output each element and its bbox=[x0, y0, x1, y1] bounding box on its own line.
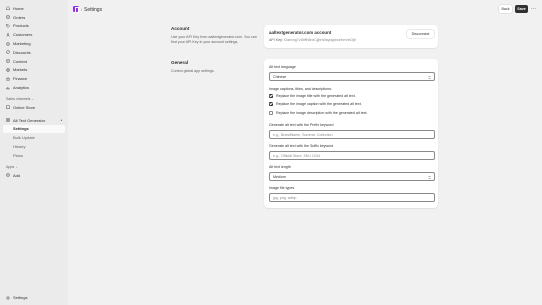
length-label: Alt text length bbox=[269, 165, 291, 169]
sidebar-item-label: Alt Text Generator bbox=[13, 117, 46, 123]
sidebar-item-label: Online Store bbox=[13, 104, 36, 110]
checkbox-row[interactable]: Replace the image title with the generat… bbox=[269, 94, 356, 98]
person-icon bbox=[6, 33, 10, 37]
sidebar-item-home[interactable]: Home bbox=[0, 4, 68, 13]
sidebar-item-online-store[interactable]: Online Store bbox=[0, 103, 68, 112]
sidebar: Home Orders Products Customers Marketing Disc… bbox=[0, 0, 68, 305]
sidebar-item-label: Finance bbox=[13, 76, 28, 82]
sidebar-item-tag[interactable]: Products bbox=[0, 22, 68, 31]
checkbox-checked[interactable] bbox=[269, 94, 273, 98]
sidebar-item-add[interactable]: Add bbox=[0, 171, 68, 180]
sidebar-item-label: Content bbox=[13, 58, 28, 64]
checkbox-label: Replace the image title with the generat… bbox=[276, 94, 356, 98]
prefix-input[interactable]: e.g., BrandName, Summer Collection bbox=[269, 130, 435, 139]
captions-label: Image captions, titles, and descriptions… bbox=[269, 87, 332, 91]
account-section-description: Use your API Key from aaltextgenerator.c… bbox=[171, 35, 257, 44]
prefix-placeholder: e.g., BrandName, Summer Collection bbox=[273, 132, 333, 137]
select-chevron-icon bbox=[428, 75, 431, 80]
sidebar-subitem[interactable]: Bulk Update bbox=[0, 133, 68, 142]
home-icon bbox=[6, 6, 10, 11]
checkbox-label: Replace the image caption with the gener… bbox=[276, 102, 362, 106]
sidebar-subitem[interactable]: History bbox=[0, 142, 68, 151]
tag-icon bbox=[6, 24, 10, 28]
globe-icon bbox=[6, 68, 10, 72]
top-bar: / Settings Back Save ··· bbox=[68, 0, 542, 20]
checkbox-label: Replace the image description with the g… bbox=[276, 111, 368, 115]
sidebar-item-label: Orders bbox=[13, 14, 26, 20]
suffix-placeholder: e.g., Official Store, SKU 1234 bbox=[273, 153, 320, 158]
more-actions-icon[interactable]: ··· bbox=[529, 5, 538, 13]
sidebar-item-label: Customers bbox=[13, 32, 33, 38]
sidebar-item-label: Marketing bbox=[13, 41, 31, 47]
store-icon bbox=[6, 105, 10, 110]
orders-icon bbox=[6, 15, 10, 19]
breadcrumb-separator: / bbox=[81, 7, 83, 12]
select-chevron-icon bbox=[428, 175, 431, 180]
api-key-line: API Key: f2aexng7v4bffh8nxCjjbnWayogcbuh… bbox=[269, 38, 356, 42]
checkbox-unchecked[interactable] bbox=[269, 111, 273, 115]
analytics-icon bbox=[6, 86, 10, 90]
sidebar-subitem[interactable]: Settings bbox=[3, 124, 65, 134]
sidebar-item-target[interactable]: Marketing bbox=[0, 39, 68, 48]
sales-channels-header[interactable]: Sales channels › bbox=[0, 95, 68, 103]
filetype-input[interactable]: jpg, png, webp bbox=[269, 193, 435, 202]
sidebar-item-discount[interactable]: Discounts bbox=[0, 48, 68, 57]
sidebar-subitem[interactable]: Plans bbox=[0, 151, 68, 160]
discount-icon bbox=[6, 50, 10, 55]
api-key-value: f2aexng7v4bffh8nxCjjbnWayogcbuhhrnrixOjb bbox=[283, 38, 356, 42]
sidebar-item-content[interactable]: Content bbox=[0, 57, 68, 66]
gear-icon bbox=[6, 296, 10, 300]
language-value: Chinese bbox=[273, 74, 287, 79]
apps-header[interactable]: Apps › bbox=[0, 163, 68, 171]
target-icon bbox=[6, 41, 10, 46]
checkbox-checked[interactable] bbox=[269, 102, 273, 106]
sidebar-item-analytics[interactable]: Analytics bbox=[0, 83, 68, 92]
sidebar-item-settings[interactable]: Settings bbox=[0, 293, 68, 302]
length-select[interactable]: Medium bbox=[269, 172, 435, 181]
bank-icon bbox=[6, 77, 10, 81]
pin-icon[interactable]: ◂ bbox=[60, 118, 62, 122]
sidebar-item-label: Home bbox=[13, 5, 24, 11]
page-title: Settings bbox=[84, 6, 103, 13]
sidebar-item-label: Markets bbox=[13, 67, 28, 73]
language-label: Alt text language bbox=[269, 65, 296, 69]
app-icon bbox=[6, 118, 10, 122]
sidebar-item-app[interactable]: Alt Text Generator ◂ bbox=[0, 116, 68, 125]
general-section-title: General bbox=[171, 60, 189, 65]
chevron-right-icon: › bbox=[32, 96, 34, 101]
chevron-right-icon: › bbox=[16, 164, 18, 169]
save-button[interactable]: Save bbox=[515, 5, 528, 13]
sidebar-item-orders[interactable]: Orders bbox=[0, 13, 68, 22]
sales-channels-label: Sales channels bbox=[6, 96, 31, 101]
account-section-title: Account bbox=[171, 26, 190, 31]
api-key-label: API Key: bbox=[269, 38, 283, 42]
sidebar-item-bank[interactable]: Finance bbox=[0, 74, 68, 83]
sidebar-item-label: Settings bbox=[13, 295, 28, 301]
sidebar-item-person[interactable]: Customers bbox=[0, 30, 68, 39]
checkbox-row[interactable]: Replace the image description with the g… bbox=[269, 111, 368, 115]
content-icon bbox=[6, 59, 10, 63]
sidebar-item-label: Products bbox=[13, 23, 29, 29]
back-button[interactable]: Back bbox=[499, 5, 512, 13]
suffix-input[interactable]: e.g., Official Store, SKU 1234 bbox=[269, 151, 435, 160]
checkbox-row[interactable]: Replace the image caption with the gener… bbox=[269, 102, 362, 106]
disconnect-button[interactable]: Disconnect bbox=[407, 30, 434, 38]
filetype-placeholder: jpg, png, webp bbox=[273, 195, 297, 200]
sidebar-item-globe[interactable]: Markets bbox=[0, 66, 68, 75]
general-card: Alt text language Chinese Image captions… bbox=[264, 59, 438, 208]
sidebar-item-label: Add bbox=[13, 172, 21, 178]
apps-label: Apps bbox=[6, 164, 15, 169]
language-select[interactable]: Chinese bbox=[269, 72, 435, 81]
account-card: aaltextgenerator.com account API Key: f2… bbox=[264, 25, 438, 48]
sidebar-item-label: Discounts bbox=[13, 49, 31, 55]
plus-circle-icon bbox=[6, 173, 10, 177]
suffix-label: Generate alt text with the Suffix keywor… bbox=[269, 144, 334, 148]
sidebar-item-label: Analytics bbox=[13, 85, 30, 91]
general-section-description: Control global app settings. bbox=[171, 69, 215, 73]
length-value: Medium bbox=[273, 174, 286, 179]
filetype-label: Image file types bbox=[269, 186, 295, 190]
account-name: aaltextgenerator.com account bbox=[269, 30, 332, 35]
app-logo-icon bbox=[73, 6, 80, 13]
prefix-label: Generate alt text with the Prefix keywor… bbox=[269, 123, 334, 127]
